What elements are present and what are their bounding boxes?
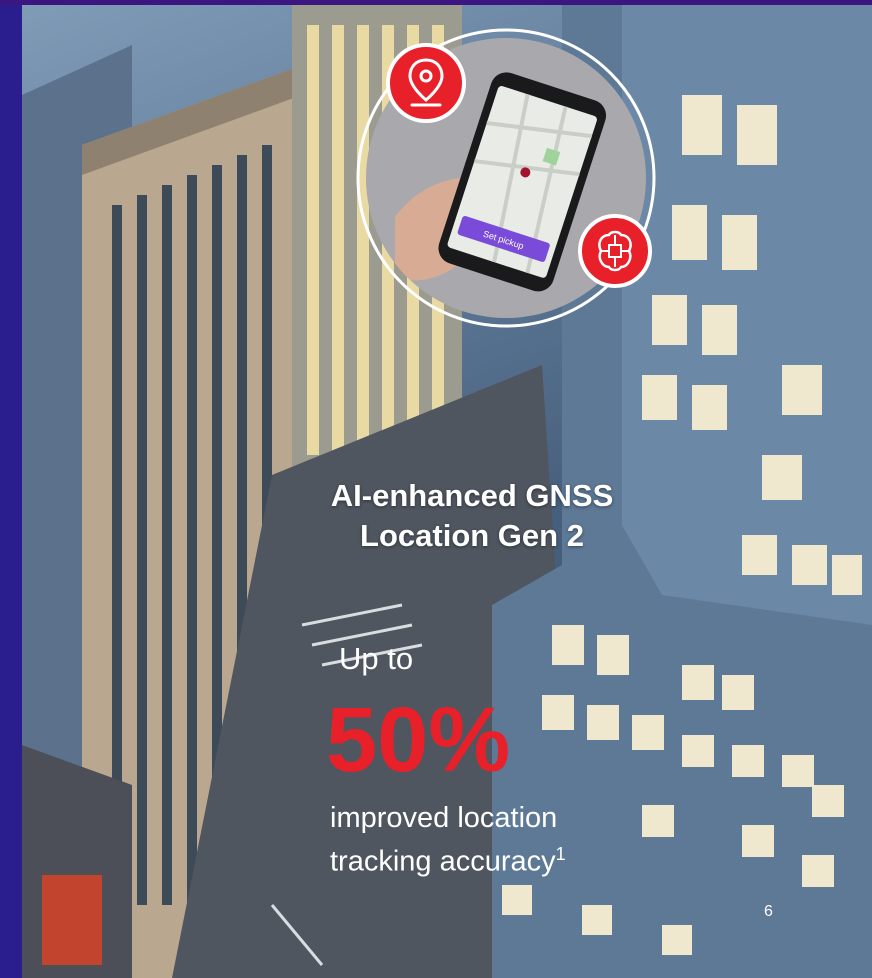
page-number: 6 (764, 903, 773, 920)
left-frame-bar (0, 5, 22, 978)
ai-brain-icon (578, 214, 652, 288)
stat-description-line-2: tracking accuracy1 (330, 836, 750, 880)
stat-description-line-1: improved location (330, 802, 558, 834)
stat-value: 50% (326, 689, 511, 791)
headline: AI-enhanced GNSS Location Gen 2 (250, 476, 694, 556)
headline-line-2: Location Gen 2 (360, 518, 584, 553)
location-pin-icon (386, 43, 466, 123)
slide: Set pickup AI-enhanced GNSS Location Gen… (0, 0, 872, 978)
footnote-mark: 1 (555, 844, 566, 864)
stat-description-text: tracking accuracy (330, 845, 556, 878)
headline-line-1: AI-enhanced GNSS (330, 478, 614, 513)
stat-description: improved location tracking accuracy1 (330, 800, 750, 880)
stat-prefix: Up to (339, 641, 414, 676)
